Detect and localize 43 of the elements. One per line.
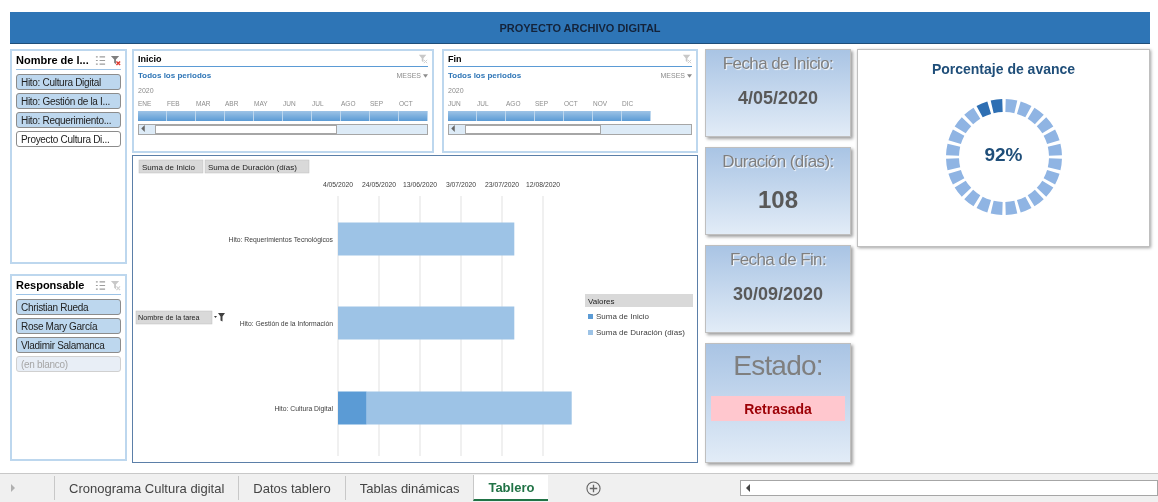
card-value: 30/09/2020 xyxy=(732,284,824,305)
progress-value: 92% xyxy=(983,144,1024,166)
caret-icon xyxy=(423,73,428,78)
slicer-item[interactable]: Hito: Gestión de la I... xyxy=(16,93,121,109)
multi-select-icon[interactable] xyxy=(95,54,106,66)
timeline-selection-bar[interactable] xyxy=(138,111,428,121)
sheet-tab[interactable]: Cronograma Cultura digital xyxy=(54,476,239,500)
period-label: Todos los periodos xyxy=(138,71,213,80)
panel-title: Porcentaje de avance xyxy=(931,61,1076,77)
card-value: 4/05/2020 xyxy=(737,88,819,109)
period-label: Todos los periodos xyxy=(448,71,523,80)
sheet-tab[interactable]: Tablero xyxy=(473,475,549,501)
slicer-item[interactable]: Christian Rueda xyxy=(16,299,121,315)
card-label: Estado: xyxy=(733,350,823,382)
slicer-item[interactable]: Hito: Requerimiento... xyxy=(16,112,121,128)
legend-title: Valores xyxy=(588,296,615,306)
legend-label: Suma de Inicio xyxy=(596,312,649,321)
sheet-tab[interactable]: Datos tablero xyxy=(238,476,345,500)
field-button[interactable]: Suma de Duración (días) xyxy=(204,159,310,174)
slicer-item[interactable]: Vladimir Salamanca xyxy=(16,337,121,353)
timeline-scrollbar[interactable] xyxy=(448,124,692,135)
slicer-item[interactable]: Hito: Cultura Digital xyxy=(16,74,121,90)
slicer-item[interactable]: Proyecto Cultura Di... xyxy=(16,131,121,147)
timeline-title: Fin xyxy=(448,54,463,64)
card-label: Fecha de Inicio: xyxy=(722,54,834,74)
timeline-title: Inicio xyxy=(138,54,163,64)
add-sheet-icon[interactable] xyxy=(586,480,602,496)
card-value: 108 xyxy=(757,186,798,214)
field-button[interactable]: Suma de Inicio xyxy=(138,159,204,174)
filter-icon[interactable] xyxy=(214,313,225,322)
slicer-title: Responsable xyxy=(16,279,86,291)
caret-icon xyxy=(687,73,692,78)
slicer-item[interactable]: Rose Mary García xyxy=(16,318,121,334)
multi-select-icon[interactable] xyxy=(95,279,106,291)
card-label: Fecha de Fin: xyxy=(729,250,827,270)
timeline-scrollbar[interactable] xyxy=(138,124,428,135)
status-badge: Retrasada xyxy=(711,396,845,421)
card-label: Duración (días): xyxy=(722,152,834,172)
legend-label: Suma de Duración (días) xyxy=(596,328,685,337)
clear-filter-icon[interactable] xyxy=(110,54,121,66)
dashboard-title: PROYECTO ARCHIVO DIGITAL xyxy=(10,12,1150,44)
horizontal-scrollbar[interactable] xyxy=(740,480,1158,496)
slicer-title: Nombre de l... xyxy=(16,54,90,66)
